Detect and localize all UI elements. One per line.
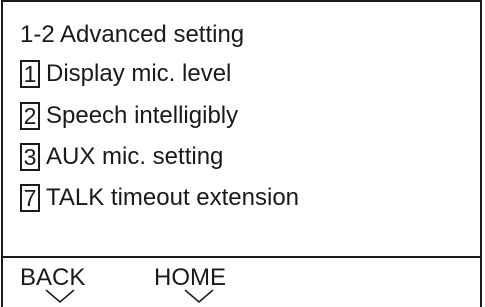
home-softkey-label: HOME: [154, 264, 226, 291]
menu-item-label: AUX mic. setting: [46, 143, 224, 170]
menu-item-speech-intelligibly[interactable]: 2 Speech intelligibly: [20, 100, 238, 132]
menu-item-key: 2: [20, 102, 40, 130]
menu-item-label: TALK timeout extension: [46, 184, 300, 211]
home-softkey[interactable]: HOME: [154, 264, 240, 306]
menu-item-talk-timeout-extension[interactable]: 7 TALK timeout extension: [20, 182, 299, 214]
screen-title: 1-2 Advanced setting: [20, 21, 245, 48]
softkey-divider: [1, 256, 482, 258]
menu-item-label: Speech intelligibly: [46, 102, 239, 129]
menu-item-display-mic-level[interactable]: 1 Display mic. level: [20, 58, 231, 90]
menu-item-key: 7: [20, 184, 40, 212]
back-softkey-label: BACK: [20, 264, 86, 291]
menu-item-key: 3: [20, 143, 40, 171]
chevron-down-icon: [184, 289, 214, 303]
back-softkey[interactable]: BACK: [20, 264, 100, 306]
menu-item-key: 1: [20, 60, 40, 88]
menu-item-aux-mic-setting[interactable]: 3 AUX mic. setting: [20, 141, 223, 173]
chevron-down-icon: [45, 289, 75, 303]
menu-item-label: Display mic. level: [46, 60, 232, 87]
